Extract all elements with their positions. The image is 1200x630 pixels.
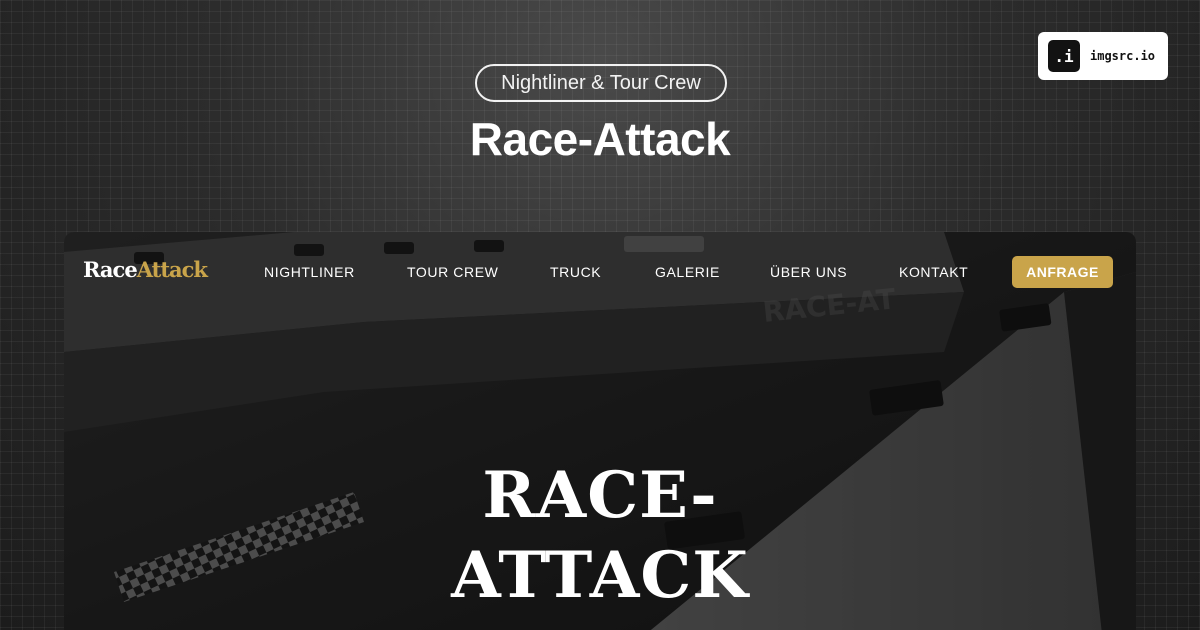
- nav-link-nightliner[interactable]: NIGHTLINER: [264, 264, 355, 280]
- imgsrc-badge[interactable]: .i imgsrc.io: [1038, 32, 1168, 80]
- website-preview: RACE-AT RaceAttack NIGHTLINER TOUR CREW …: [64, 232, 1136, 630]
- nav-link-kontakt[interactable]: KONTAKT: [899, 264, 968, 280]
- site-logo[interactable]: RaceAttack: [83, 257, 208, 282]
- hero-title-line-1: RACE-: [482, 458, 718, 533]
- nav-link-truck[interactable]: TRUCK: [550, 264, 601, 280]
- nav-link-tour-crew[interactable]: TOUR CREW: [407, 264, 498, 280]
- logo-part-attack: Attack: [136, 257, 208, 282]
- nav-link-ueber-uns[interactable]: ÜBER UNS: [770, 264, 847, 280]
- site-navbar: RaceAttack NIGHTLINER TOUR CREW TRUCK GA…: [64, 232, 1136, 310]
- page-title: Race-Attack: [469, 113, 731, 165]
- logo-part-race: Race: [83, 257, 138, 282]
- subtitle-pill: Nightliner & Tour Crew: [475, 64, 727, 102]
- nav-link-galerie[interactable]: GALERIE: [655, 264, 720, 280]
- imgsrc-label: imgsrc.io: [1090, 49, 1156, 63]
- hero-title-line-2: ATTACK: [451, 538, 749, 613]
- anfrage-button[interactable]: ANFRAGE: [1012, 256, 1113, 288]
- imgsrc-logo-icon: .i: [1048, 40, 1080, 72]
